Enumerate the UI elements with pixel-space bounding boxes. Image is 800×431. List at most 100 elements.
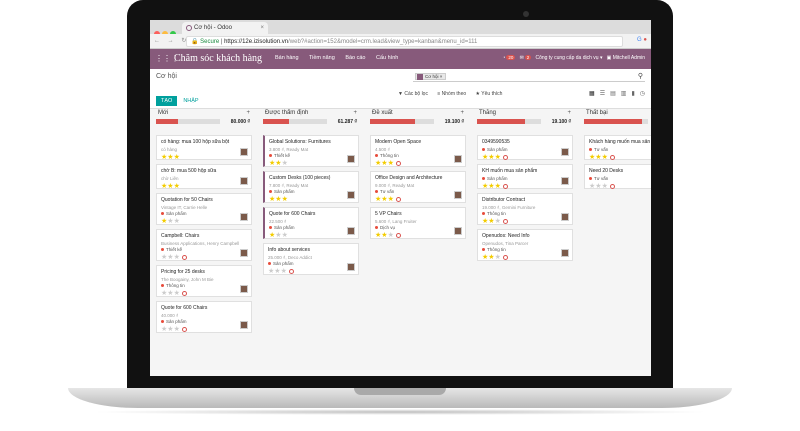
- menu-config[interactable]: Cấu hình: [376, 55, 398, 61]
- column-title[interactable]: Mới +: [156, 109, 254, 118]
- kanban-card[interactable]: Campbell: Chairs Business Applications, H…: [156, 229, 252, 261]
- column-title[interactable]: Thất bại+: [584, 109, 651, 118]
- activity-warning-icon[interactable]: [395, 232, 401, 238]
- priority-stars[interactable]: ★★★: [161, 182, 247, 190]
- activity-warning-icon[interactable]: [609, 154, 615, 160]
- priority-stars[interactable]: ★★★: [268, 267, 354, 275]
- column-progress[interactable]: [263, 119, 327, 124]
- url-input[interactable]: 🔒 Secure | https://12e.izisolution.vn/we…: [186, 36, 623, 47]
- kanban-card[interactable]: Custom Desks (100 pieces) 7.800 ₫, Ready …: [263, 171, 359, 203]
- search-icon[interactable]: ⚲: [638, 72, 643, 80]
- kanban-card[interactable]: 5 VP Chairs 5.600 ₫, Lang Fruiter Dịch vụ ★…: [370, 207, 466, 239]
- extension-shield-icon[interactable]: ●: [643, 37, 647, 43]
- column-progress[interactable]: [156, 119, 220, 124]
- kanban-card[interactable]: Global Solutions: Furnitures 3.800 ₫, Rea…: [263, 135, 359, 167]
- activity-warning-icon[interactable]: [502, 254, 508, 260]
- priority-stars[interactable]: ★★★: [161, 289, 247, 297]
- priority-stars[interactable]: ★★★: [269, 231, 354, 239]
- star-icon[interactable]: ★: [174, 326, 180, 333]
- browser-tab[interactable]: Cơ hội - Odoo ×: [182, 22, 268, 34]
- list-view-icon[interactable]: ☰: [600, 91, 605, 97]
- star-icon[interactable]: ★: [388, 232, 394, 239]
- groupby-dropdown[interactable]: ≡ Nhóm theo: [437, 91, 466, 97]
- activity-warning-icon[interactable]: [181, 254, 187, 260]
- activity-warning-icon[interactable]: [502, 183, 508, 189]
- quick-create-icon[interactable]: +: [353, 109, 357, 118]
- graph-view-icon[interactable]: ▮: [631, 91, 634, 97]
- star-icon[interactable]: ★: [174, 183, 180, 190]
- menu-reports[interactable]: Báo cáo: [345, 55, 365, 61]
- activity-warning-icon[interactable]: [502, 154, 508, 160]
- star-icon[interactable]: ★: [495, 154, 501, 161]
- column-title[interactable]: Được thẩm định +: [263, 109, 361, 118]
- column-title[interactable]: Thắng +: [477, 109, 575, 118]
- import-button[interactable]: NHẬP: [179, 96, 202, 106]
- activity-warning-icon[interactable]: [288, 268, 294, 274]
- column-progress[interactable]: [370, 119, 434, 124]
- column-title[interactable]: Đề xuất +: [370, 109, 468, 118]
- priority-stars[interactable]: ★★★: [161, 217, 247, 225]
- star-icon[interactable]: ★: [282, 196, 288, 203]
- extension-g-icon[interactable]: G: [637, 37, 642, 43]
- kanban-card[interactable]: Quote for 600 Chairs 40.000 ₫ Sản phẩm ★★★: [156, 301, 252, 333]
- activity-warning-icon[interactable]: [395, 160, 401, 166]
- star-icon[interactable]: ★: [174, 218, 180, 225]
- messages-icon[interactable]: ✉: [520, 55, 524, 61]
- activity-view-icon[interactable]: ◷: [640, 91, 645, 97]
- menu-sales[interactable]: Bán hàng: [275, 55, 299, 61]
- activity-warning-icon[interactable]: [181, 326, 187, 332]
- priority-stars[interactable]: ★★★: [482, 253, 568, 261]
- star-icon[interactable]: ★: [388, 196, 394, 203]
- kanban-card[interactable]: có hàng: mua 100 hộp sữa bột có hàng ★★★: [156, 135, 252, 161]
- priority-stars[interactable]: ★★★: [375, 231, 461, 239]
- priority-stars[interactable]: ★★★: [375, 159, 461, 167]
- search-facet[interactable]: Cơ hội ×: [415, 73, 447, 80]
- search-input[interactable]: Cơ hội × ⚲: [413, 72, 645, 82]
- kanban-card[interactable]: 0349590535 Sản phẩm ★★★: [477, 135, 573, 161]
- activity-icon[interactable]: ◔: [502, 55, 505, 61]
- kanban-card[interactable]: Office Design and Architecture 9.000 ₫, R…: [370, 171, 466, 203]
- priority-stars[interactable]: ★★★: [269, 159, 354, 167]
- star-icon[interactable]: ★: [174, 154, 180, 161]
- calendar-view-icon[interactable]: ▤: [610, 91, 616, 97]
- priority-stars[interactable]: ★★★: [482, 182, 568, 190]
- activity-warning-icon[interactable]: [181, 290, 187, 296]
- star-icon[interactable]: ★: [495, 218, 501, 225]
- star-icon[interactable]: ★: [495, 183, 501, 190]
- star-icon[interactable]: ★: [281, 268, 287, 275]
- kanban-card[interactable]: chờ B: mua 500 hộp sữa chờ Liên ★★★: [156, 164, 252, 190]
- user-avatar[interactable]: ▣: [607, 55, 612, 61]
- kanban-view-icon[interactable]: ▦: [589, 91, 595, 97]
- star-icon[interactable]: ★: [174, 254, 180, 261]
- star-icon[interactable]: ★: [282, 232, 288, 239]
- priority-stars[interactable]: ★★★: [482, 217, 568, 225]
- star-icon[interactable]: ★: [602, 183, 608, 190]
- star-icon[interactable]: ★: [174, 290, 180, 297]
- nav-buttons[interactable]: ← → ↻: [154, 37, 189, 44]
- column-progress[interactable]: [477, 119, 541, 124]
- kanban-card[interactable]: Need 20 Desks Tư vấn ★★★: [584, 164, 651, 190]
- column-progress[interactable]: [584, 119, 648, 124]
- kanban-card[interactable]: Khách hàng muốn mua sản phẩ Tư vấn★★★: [584, 135, 651, 161]
- activity-warning-icon[interactable]: [395, 196, 401, 202]
- company-switcher[interactable]: Công ty cung cấp da dịch vụ: [535, 55, 598, 61]
- priority-stars[interactable]: ★★★: [482, 153, 568, 161]
- kanban-card[interactable]: Distributor Contract 19.000 ₫, Gemini Fur…: [477, 193, 573, 225]
- priority-stars[interactable]: ★★★: [269, 195, 354, 203]
- priority-stars[interactable]: ★★★: [161, 153, 247, 161]
- app-name[interactable]: Chăm sóc khách hàng: [174, 53, 262, 64]
- priority-stars[interactable]: ★★★: [589, 153, 651, 161]
- kanban-card[interactable]: Openudos: Need Info Openudos, Tina Parcer…: [477, 229, 573, 261]
- kanban-card[interactable]: Modern Open Space 4.500 ₫ Thông tin ★★★: [370, 135, 466, 167]
- extensions[interactable]: G ●: [637, 37, 647, 43]
- menu-leads[interactable]: Tiềm năng: [309, 55, 335, 61]
- filters-dropdown[interactable]: ▼ Các bộ lọc: [398, 91, 428, 97]
- user-menu[interactable]: Mitchell Admin: [613, 55, 645, 61]
- activity-warning-icon[interactable]: [502, 218, 508, 224]
- kanban-card[interactable]: KH muốn mua sản phẩm Sản phẩm ★★★: [477, 164, 573, 190]
- kanban-card[interactable]: Pricing for 25 desks The Boogainy, John M…: [156, 265, 252, 297]
- priority-stars[interactable]: ★★★: [161, 325, 247, 333]
- pivot-view-icon[interactable]: ▥: [621, 91, 627, 97]
- star-icon[interactable]: ★: [388, 160, 394, 167]
- kanban-card[interactable]: Quotation for 50 Chairs Vintage IT, Carri…: [156, 193, 252, 225]
